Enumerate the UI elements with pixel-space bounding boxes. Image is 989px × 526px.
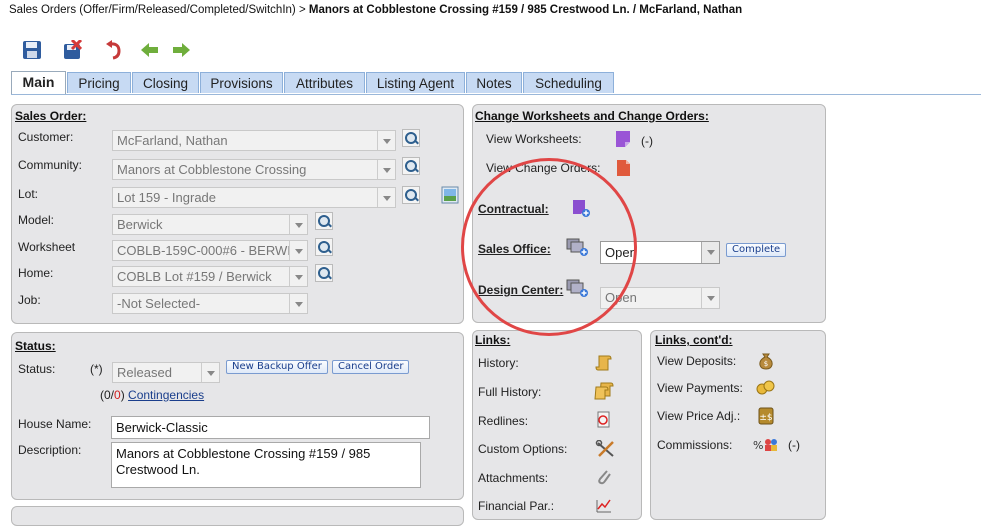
community-select[interactable]: Manors at Cobblestone Crossing	[112, 159, 396, 180]
commissions-people-icon[interactable]: %	[753, 436, 779, 454]
view-payments-link[interactable]: View Payments:	[657, 381, 743, 395]
undo-icon[interactable]	[104, 40, 124, 60]
tab-bar: Main Pricing Closing Provisions Attribut…	[11, 71, 711, 95]
custom-options-link[interactable]: Custom Options:	[478, 442, 567, 456]
tab-notes[interactable]: Notes	[466, 72, 522, 93]
chevron-down-icon	[289, 294, 307, 313]
attachments-link[interactable]: Attachments:	[478, 471, 548, 485]
redlines-link[interactable]: Redlines:	[478, 414, 528, 428]
view-worksheets-label: View Worksheets:	[486, 132, 582, 146]
svg-text:±$: ±$	[759, 413, 772, 423]
chevron-down-icon	[377, 160, 395, 179]
calculator-icon[interactable]: ±$	[757, 407, 775, 425]
tab-divider	[11, 94, 981, 95]
chevron-down-icon	[701, 242, 719, 263]
lot-select[interactable]: Lot 159 - Ingrade	[112, 187, 396, 208]
description-textarea[interactable]: Manors at Cobblestone Crossing #159 / 98…	[111, 442, 421, 488]
chevron-down-icon	[377, 131, 395, 150]
required-mark: (*)	[90, 362, 103, 376]
view-deposits-link[interactable]: View Deposits:	[657, 354, 736, 368]
status-title: Status:	[15, 339, 56, 353]
house-name-input[interactable]: Berwick-Classic	[111, 416, 430, 439]
contingencies-count: (0/0) Contingencies	[100, 388, 205, 402]
save-icon[interactable]	[22, 40, 42, 60]
commissions-value: (-)	[788, 438, 800, 452]
chevron-down-icon	[377, 188, 395, 207]
history-scroll-icon[interactable]	[595, 354, 613, 372]
status-label: Status:	[18, 362, 56, 376]
model-search-icon[interactable]	[315, 212, 333, 230]
tab-closing[interactable]: Closing	[132, 72, 199, 93]
worksheet-icon[interactable]	[614, 130, 632, 148]
full-history-link[interactable]: Full History:	[478, 385, 541, 399]
home-search-icon[interactable]	[315, 264, 333, 282]
links-title: Links:	[475, 333, 511, 347]
lot-map-icon[interactable]	[441, 186, 459, 204]
svg-text:%: %	[753, 439, 763, 452]
community-label: Community:	[18, 158, 83, 172]
model-select[interactable]: Berwick	[112, 214, 308, 235]
tools-icon[interactable]	[595, 440, 617, 458]
view-price-adj-link[interactable]: View Price Adj.:	[657, 409, 740, 423]
house-name-label: House Name:	[18, 417, 92, 431]
redlines-icon[interactable]	[595, 411, 613, 429]
forward-arrow-icon[interactable]	[171, 40, 191, 60]
chevron-down-icon	[701, 288, 719, 308]
worksheet-search-icon[interactable]	[315, 238, 333, 256]
breadcrumb-current: Manors at Cobblestone Crossing #159 / 98…	[308, 4, 743, 16]
money-bag-icon[interactable]: $	[757, 352, 775, 370]
coins-icon[interactable]	[755, 378, 777, 396]
contingencies-link[interactable]: Contingencies	[128, 388, 204, 402]
home-label: Home:	[18, 266, 54, 280]
customer-label: Customer:	[18, 130, 74, 144]
home-select[interactable]: COBLB Lot #159 / Berwick	[112, 266, 308, 287]
change-order-icon[interactable]	[614, 159, 632, 177]
breadcrumb-separator: >	[298, 4, 306, 16]
tab-attributes[interactable]: Attributes	[284, 72, 365, 93]
breadcrumb-parent[interactable]: Sales Orders (Offer/Firm/Released/Comple…	[9, 4, 296, 16]
commissions-label: Commissions:	[657, 438, 733, 452]
worksheets-count: (-)	[641, 134, 653, 148]
cancel-order-button[interactable]: Cancel Order	[332, 360, 410, 374]
save-close-icon[interactable]	[62, 40, 82, 60]
tab-listing-agent[interactable]: Listing Agent	[366, 72, 465, 93]
complete-button[interactable]: Complete	[726, 243, 787, 257]
worksheet-select[interactable]: COBLB-159C-000#6 - BERWI(	[112, 240, 308, 261]
paperclip-icon[interactable]	[595, 468, 613, 486]
chevron-down-icon	[289, 267, 307, 286]
chevron-down-icon	[201, 363, 219, 382]
next-panel	[11, 506, 464, 526]
full-history-scrolls-icon[interactable]	[593, 382, 615, 400]
lot-label: Lot:	[18, 187, 39, 201]
financial-chart-icon[interactable]	[595, 496, 613, 514]
links-contd-title: Links, cont'd:	[655, 333, 733, 347]
tab-provisions[interactable]: Provisions	[200, 72, 283, 93]
description-label: Description:	[18, 443, 82, 457]
breadcrumb: Sales Orders (Offer/Firm/Released/Comple…	[9, 4, 742, 16]
worksheet-label: Worksheet	[18, 240, 76, 254]
status-select[interactable]: Released	[112, 362, 220, 383]
tab-main[interactable]: Main	[11, 71, 66, 95]
history-link[interactable]: History:	[478, 356, 519, 370]
customer-search-icon[interactable]	[402, 129, 420, 147]
highlight-circle-annotation	[461, 158, 637, 336]
job-label: Job:	[18, 293, 41, 307]
lot-search-icon[interactable]	[402, 186, 420, 204]
svg-text:$: $	[764, 360, 768, 368]
new-backup-offer-button[interactable]: New Backup Offer	[226, 360, 328, 374]
chevron-down-icon	[289, 215, 307, 234]
back-arrow-icon[interactable]	[140, 40, 160, 60]
customer-select[interactable]: McFarland, Nathan	[112, 130, 396, 151]
job-select[interactable]: -Not Selected-	[112, 293, 308, 314]
change-orders-title: Change Worksheets and Change Orders:	[475, 109, 709, 123]
sales-order-title: Sales Order:	[15, 109, 87, 123]
tab-scheduling[interactable]: Scheduling	[523, 72, 614, 93]
community-search-icon[interactable]	[402, 157, 420, 175]
chevron-down-icon	[289, 241, 307, 260]
model-label: Model:	[18, 213, 55, 227]
tab-pricing[interactable]: Pricing	[67, 72, 131, 93]
